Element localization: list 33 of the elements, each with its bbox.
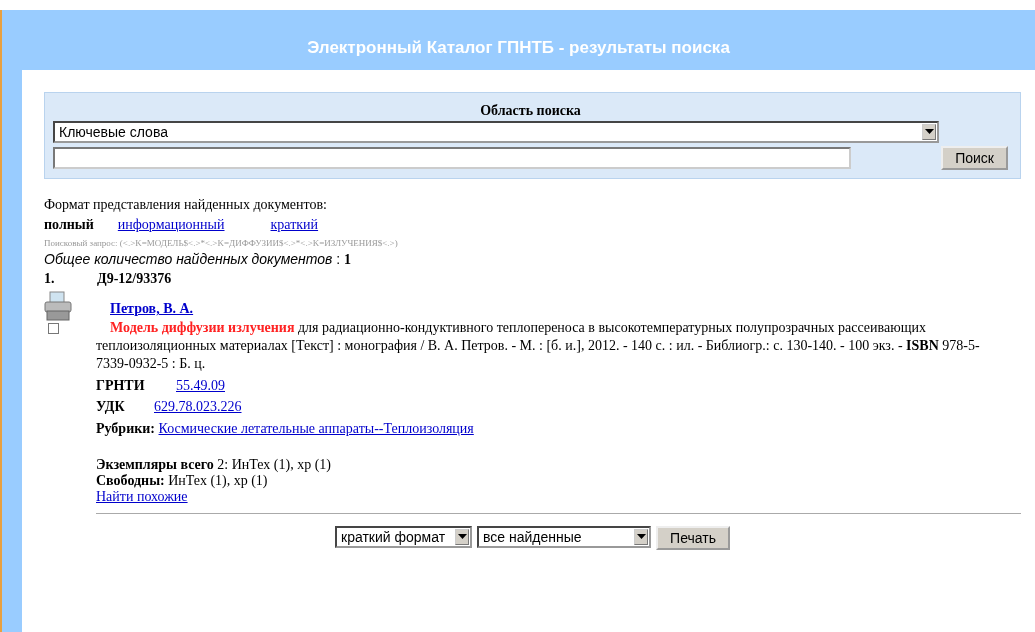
format-link[interactable]: информационный (117, 217, 225, 233)
udk-label: УДК (96, 399, 126, 415)
author-link[interactable]: Петров, В. А. (110, 301, 194, 316)
rubric-link[interactable]: Космические летательные аппараты--Теплоизоляция (158, 421, 474, 436)
search-query-text: Поисковый запрос: (<.>K=МОДЕЛЬ$<.>*<.>K=ДИФФУЗИИ$<.>*<.>K=ИЗЛУЧЕНИЯ$<.>) (44, 238, 399, 248)
available-label: Свободны: (96, 473, 165, 488)
result-number: 1. (44, 271, 56, 287)
page-title: Электронный Каталог ГПНТБ - результаты поиска (307, 38, 730, 58)
search-area-dropdown[interactable]: Ключевые слова (53, 121, 939, 143)
search-button[interactable]: Поиск (941, 146, 1008, 170)
printer-icon[interactable] (44, 291, 72, 321)
grnti-label: ГРНТИ (96, 378, 146, 394)
print-format-dropdown[interactable]: краткий формат (335, 526, 473, 548)
copies-value: 2: ИнТех (1), хр (1) (217, 457, 331, 472)
record-description: Модель диффузии излучения для радиационно-кондуктивного теплопереноса в высокотемпературных полупрозрачных рассеивающих теплоизоляционных материалах [Текст] : монография / В. А. Петров. - М. : [б. и.], 2012. - 140 с. : ил. - Библиогр.: с. 130-140. - 100 экз. - ISBN 978-5-7339-0932-5 : Б. ц. (96, 319, 981, 373)
udk-link[interactable]: 629.78.023.226 (154, 399, 242, 414)
print-button[interactable]: Печать (656, 526, 730, 550)
print-scope-dropdown[interactable]: все найденные (477, 526, 652, 548)
format-link[interactable]: полный (44, 217, 94, 233)
find-similar-link[interactable]: Найти похожие (96, 489, 188, 504)
available-value: ИнТех (1), хр (1) (168, 473, 268, 488)
copies-label: Экземпляры всего (96, 457, 214, 472)
total-label: Общее количество найденных документов (44, 251, 333, 267)
select-checkbox[interactable] (48, 323, 59, 334)
format-label: Формат представления найденных документов: (44, 197, 328, 213)
total-separator: : (336, 251, 341, 267)
shelf-code: Д9-12/93376 (97, 271, 172, 286)
rubrics-label: Рубрики: (96, 421, 155, 436)
grnti-link[interactable]: 55.49.09 (176, 378, 225, 393)
total-count: 1 (344, 252, 352, 267)
search-area-label: Область поиска (479, 103, 582, 119)
format-link[interactable]: краткий (270, 217, 319, 233)
search-field[interactable] (53, 147, 851, 169)
